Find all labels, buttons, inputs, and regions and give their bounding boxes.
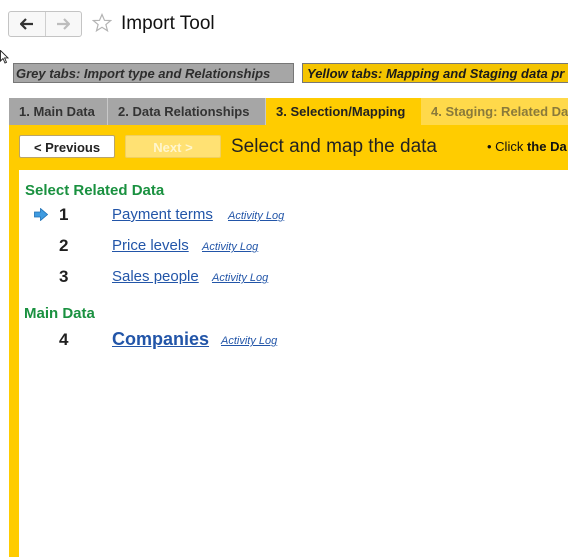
hint-text: Click: [495, 139, 524, 154]
companies-link[interactable]: Companies: [112, 329, 209, 350]
tab-bar: 1. Main Data 2. Data Relationships 3. Se…: [9, 98, 568, 125]
previous-button[interactable]: < Previous: [19, 135, 115, 158]
step-number: 1: [59, 205, 69, 224]
legend-grey: Grey tabs: Import type and Relationships: [13, 63, 294, 83]
tab-main-data[interactable]: 1. Main Data: [9, 98, 108, 125]
step-row: 4 Companies Activity Log: [19, 329, 319, 354]
main-panel: < Previous Next > Select and map the dat…: [9, 125, 568, 557]
mouse-pointer-icon: [0, 50, 10, 64]
tab-data-relationships[interactable]: 2. Data Relationships: [108, 98, 266, 125]
step-number: 3: [59, 267, 69, 286]
activity-log-link[interactable]: Activity Log: [221, 335, 277, 347]
back-button[interactable]: [9, 12, 45, 36]
current-step-arrow-icon: [34, 208, 48, 221]
step-row: 2 Price levels Activity Log: [19, 236, 319, 260]
window-title: Import Tool: [121, 13, 215, 34]
step-number: 4: [59, 330, 69, 349]
forward-button[interactable]: [44, 12, 82, 36]
nav-buttons: [8, 11, 82, 37]
activity-log-link[interactable]: Activity Log: [202, 241, 258, 253]
payment-terms-link[interactable]: Payment terms: [112, 206, 213, 223]
section-heading-related: Select Related Data: [25, 182, 165, 199]
panel-heading: Select and map the data: [231, 136, 437, 157]
next-button[interactable]: Next >: [125, 135, 221, 158]
legend-yellow: Yellow tabs: Mapping and Staging data pr: [302, 63, 568, 83]
tab-staging-related[interactable]: 4. Staging: Related Da: [421, 98, 568, 125]
back-arrow-icon: [19, 18, 33, 30]
bullet-icon: •: [487, 139, 496, 154]
step-number: 2: [59, 236, 69, 255]
step-row: 3 Sales people Activity Log: [19, 267, 319, 291]
activity-log-link[interactable]: Activity Log: [212, 272, 268, 284]
tab-selection-mapping[interactable]: 3. Selection/Mapping: [266, 98, 421, 125]
content-area: Select Related Data 1 Payment terms Acti…: [19, 170, 568, 557]
bookmark-star-icon[interactable]: [92, 13, 112, 33]
section-heading-main: Main Data: [24, 305, 95, 322]
activity-log-link[interactable]: Activity Log: [228, 210, 284, 222]
hint-bold-text: the Da: [526, 139, 567, 154]
forward-arrow-icon: [57, 18, 71, 30]
step-row: 1 Payment terms Activity Log: [19, 205, 319, 229]
sales-people-link[interactable]: Sales people: [112, 268, 199, 285]
panel-hint: • Click the Da: [487, 139, 567, 154]
price-levels-link[interactable]: Price levels: [112, 237, 189, 254]
